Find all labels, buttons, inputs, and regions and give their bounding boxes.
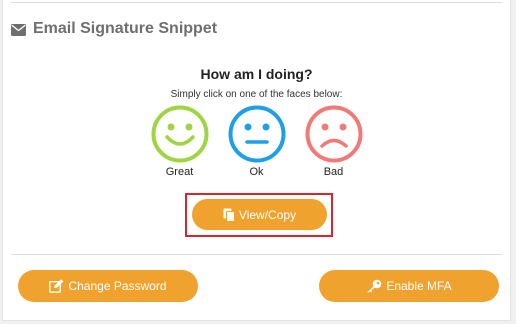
copy-icon [223,208,235,222]
face-label-bad: Bad [323,166,344,178]
enable-mfa-label: Enable MFA [386,279,452,293]
face-label-great: Great [165,166,194,178]
envelope-icon [11,23,26,36]
smiley-sad-icon[interactable] [305,105,363,163]
enable-mfa-button[interactable]: Enable MFA [319,270,499,302]
edit-icon [49,279,64,293]
rating-title: How am I doing? [200,66,313,82]
rating-faces: Great Ok Bad [3,105,510,178]
view-copy-button[interactable]: View/Copy [192,199,327,230]
rating-subtitle: Simply click on one of the faces below: [170,89,343,100]
section-header: Email Signature Snippet [11,20,217,38]
bottom-divider [11,254,502,255]
view-copy-label: View/Copy [238,207,297,222]
smiley-happy-icon[interactable] [151,105,209,163]
section-title: Email Signature Snippet [33,20,218,37]
face-bad[interactable]: Bad [305,105,363,178]
key-icon [366,279,382,293]
face-ok[interactable]: Ok [228,105,286,178]
signature-card: Email Signature Snippet How am I doing? … [2,0,511,321]
smiley-neutral-icon[interactable] [228,105,286,163]
change-password-label: Change Password [68,279,167,293]
face-great[interactable]: Great [151,105,209,178]
change-password-button[interactable]: Change Password [18,270,198,302]
rating-prompt: How am I doing? Simply click on one of t… [3,66,510,100]
top-divider [11,2,502,3]
face-label-ok: Ok [249,166,264,178]
